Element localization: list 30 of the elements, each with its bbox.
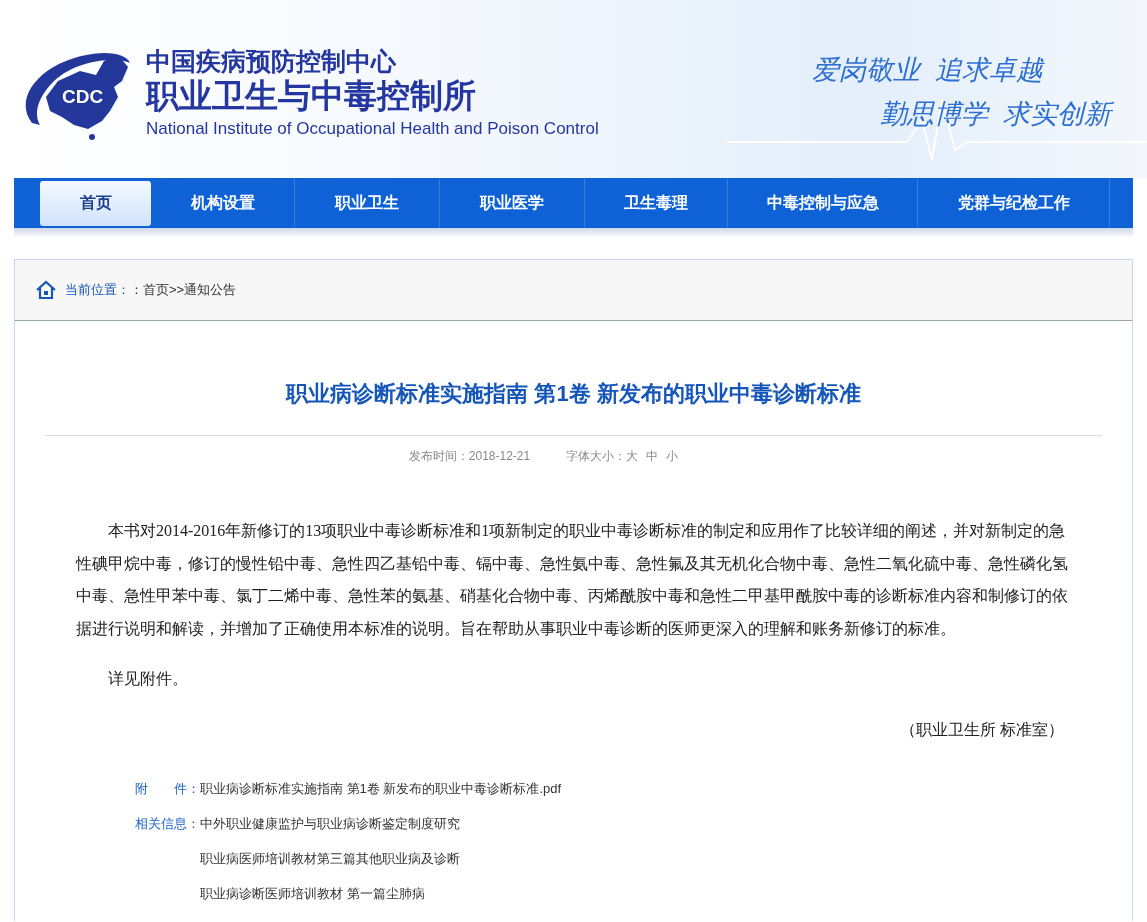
- nav-tab[interactable]: 职业卫生: [295, 179, 440, 227]
- font-size-link[interactable]: 小: [666, 448, 679, 465]
- breadcrumb-path: ：首页>>通知公告: [130, 282, 237, 297]
- related-info-label: 相关信息：: [135, 814, 200, 833]
- nav-tab[interactable]: 党群与纪检工作: [918, 179, 1110, 227]
- nav-tab[interactable]: 职业医学: [440, 179, 585, 227]
- logo-text: CDC: [62, 86, 104, 108]
- organization-name: 中国疾病预防控制中心: [146, 46, 397, 76]
- publish-date: 发布时间：2018-12-21: [408, 448, 531, 465]
- attachment-link[interactable]: 职业病诊断标准实施指南 第1卷 新发布的职业中毒诊断标准.pdf: [200, 779, 562, 798]
- attachment-label: 附 件：: [135, 779, 200, 798]
- nav-tab[interactable]: 中毒控制与应急: [728, 179, 918, 227]
- font-size-link[interactable]: 大: [626, 448, 639, 465]
- body-paragraph: 本书对2014-2016年新修订的13项职业中毒诊断标准和1项新制定的职业中毒诊断标准的制定和应用作了比较详细的阐述，并对新制定的急性碘甲烷中毒，修订的慢性铅中毒、急性四乙基铅中毒、镉中毒、急性氨中毒、急性氟及其无机化合物中毒、急性二氧化硫中毒、急性磷化氢中毒、急性甲苯中毒、氯丁二烯中毒、急性苯的氨基、硝基化合物中毒、丙烯酰胺中毒和急性二甲基甲酰胺中毒的诊断标准内容和制修订的依据进行说明和解读，并增加了正确使用本标准的说明。旨在帮助从事职业中毒诊断的医师更深入的理解和账务新修订的标准。: [76, 521, 1069, 639]
- body-paragraph: 详见附件。: [107, 669, 189, 689]
- breadcrumb-label: 当前位置：: [65, 282, 130, 297]
- nav-tab[interactable]: 机构设置: [151, 179, 295, 227]
- related-link[interactable]: 职业病诊断医师培训教材 第一篇尘肺病: [200, 884, 562, 903]
- font-size-link[interactable]: 中: [646, 448, 659, 465]
- english-name: National Institute of Occupational Health and Poison Control: [146, 118, 599, 140]
- nav-tab[interactable]: 卫生毒理: [585, 179, 728, 227]
- related-link[interactable]: 中外职业健康监护与职业病诊断鉴定制度研究: [200, 814, 562, 833]
- font-size-label: 字体大小：: [566, 448, 627, 465]
- home-icon: [35, 280, 57, 300]
- motto-text: 爱岗敬业 追求卓越: [812, 54, 1043, 86]
- institute-name: 职业卫生与中毒控制所: [146, 76, 477, 116]
- nav-tab[interactable]: 首页: [40, 180, 151, 226]
- related-link[interactable]: 职业病医师培训教材第三篇其他职业病及诊断: [200, 849, 562, 868]
- article-title: 职业病诊断标准实施指南 第1卷 新发布的职业中毒诊断标准: [45, 321, 1102, 436]
- signature-text: （职业卫生所 标准室）: [899, 719, 1065, 740]
